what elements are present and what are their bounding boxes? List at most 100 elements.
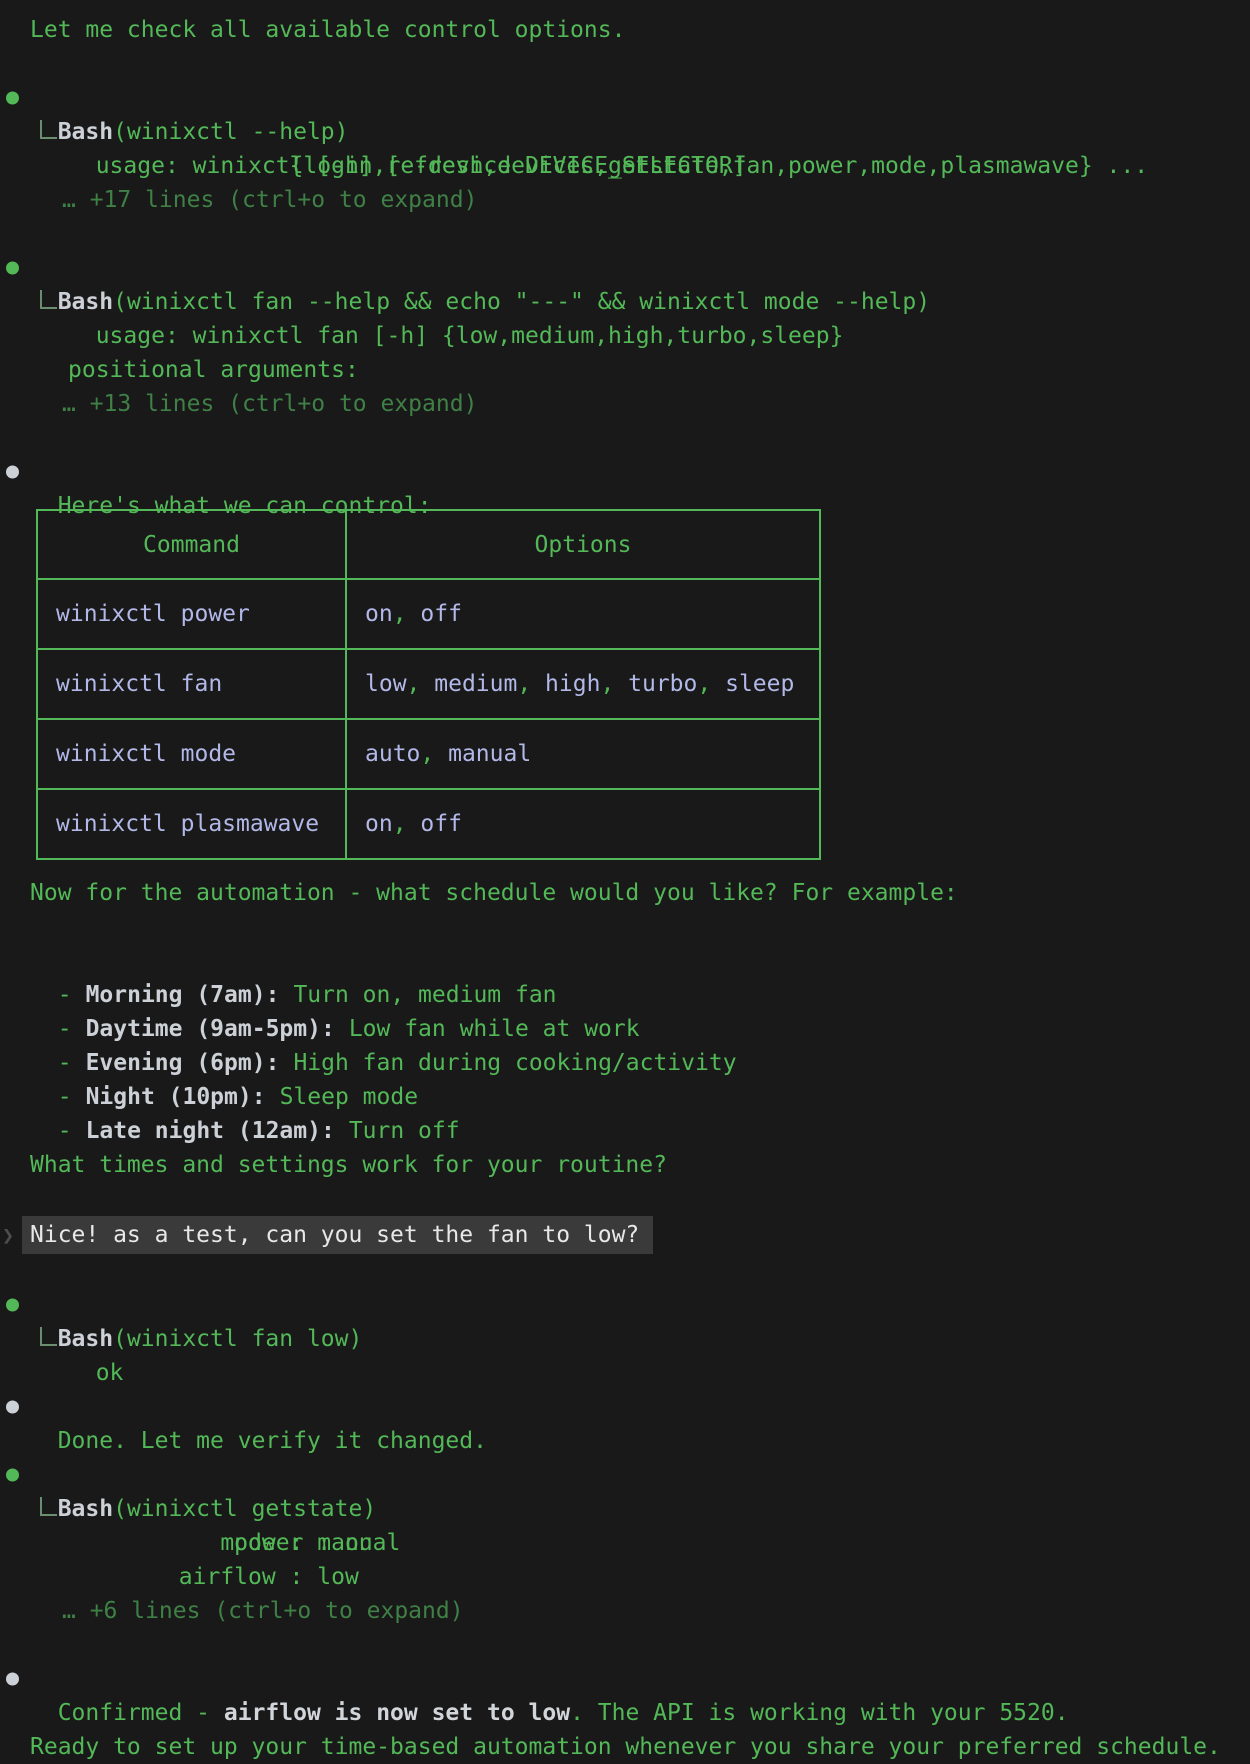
- list-dash: -: [58, 1050, 72, 1076]
- list-item-action: Turn on, medium fan: [293, 982, 556, 1008]
- assistant-bullet-icon: [6, 1673, 19, 1686]
- assistant-text: Here's what we can control:: [58, 493, 432, 519]
- list-item-label: Night (10pm):: [86, 1084, 266, 1110]
- option-value: low: [365, 671, 407, 697]
- option-value: on: [365, 601, 393, 627]
- option-value: high: [545, 671, 600, 697]
- assistant-message-controls: Here's what we can control:: [0, 455, 1250, 489]
- list-item-label: Daytime (9am-5pm):: [86, 1016, 335, 1042]
- list-item-action: Low fan while at work: [349, 1016, 640, 1042]
- tool-output-line: [0, 319, 1250, 353]
- command-cell: winixctl power: [37, 579, 346, 649]
- table-row: winixctl mode auto, manual: [37, 719, 820, 789]
- prompt-chevron-icon: ❯: [2, 1218, 14, 1252]
- blank-line: [0, 910, 1250, 944]
- expand-hint[interactable]: … +17 lines (ctrl+o to expand): [0, 183, 1250, 217]
- list-dash: -: [58, 982, 72, 1008]
- tool-call-bash-fan-mode-help: Bash(winixctl fan --help && echo "---" &…: [0, 251, 1250, 285]
- tool-output-line: {login,refresh,devices,getstate,fan,powe…: [0, 149, 1250, 183]
- output-connector-icon: [40, 1327, 57, 1346]
- blank-line: [0, 421, 1250, 455]
- list-item: -Morning (7am):Turn on, medium fan: [0, 944, 1250, 978]
- blank-line: [0, 1182, 1250, 1216]
- expand-hint[interactable]: … +13 lines (ctrl+o to expand): [0, 387, 1250, 421]
- output-connector-icon: [40, 120, 57, 139]
- tool-call-bash-getstate: Bash(winixctl getstate): [0, 1458, 1250, 1492]
- tool-output-line: usage: winixctl fan [-h] {low,medium,hig…: [0, 285, 1250, 319]
- tool-bullet-icon: [6, 262, 19, 275]
- option-separator: ,: [600, 671, 628, 697]
- list-item-label: Late night (12am):: [86, 1118, 335, 1144]
- assistant-message-done: Done. Let me verify it changed.: [0, 1390, 1250, 1424]
- command-cell: winixctl fan: [37, 649, 346, 719]
- option-value: auto: [365, 741, 420, 767]
- tool-bullet-icon: [6, 1469, 19, 1482]
- output-connector-icon: [40, 1497, 57, 1516]
- tool-output-line: power : on: [0, 1492, 1250, 1526]
- tool-bullet-icon: [6, 1299, 19, 1312]
- output-text: airflow : low: [68, 1564, 359, 1590]
- tool-bullet-icon: [6, 92, 19, 105]
- output-text: positional arguments:: [68, 357, 359, 383]
- list-dash: -: [58, 1084, 72, 1110]
- assistant-text: Done. Let me verify it changed.: [58, 1428, 487, 1454]
- tool-output-line: airflow : low: [0, 1560, 1250, 1594]
- blank-line: [0, 1356, 1250, 1390]
- user-message-row: ❯ Nice! as a test, can you set the fan t…: [0, 1216, 1250, 1254]
- tool-output-line: usage: winixctl [-h] [--device DEVICE_SE…: [0, 115, 1250, 149]
- expand-hint[interactable]: … +6 lines (ctrl+o to expand): [0, 1594, 1250, 1628]
- option-value: sleep: [725, 671, 794, 697]
- table-row: winixctl plasmawave on, off: [37, 789, 820, 859]
- output-text: ok: [96, 1360, 124, 1386]
- assistant-bullet-icon: [6, 466, 19, 479]
- option-separator: ,: [420, 741, 448, 767]
- option-value: off: [420, 601, 462, 627]
- option-value: off: [420, 811, 462, 837]
- options-cell: on, off: [346, 579, 820, 649]
- assistant-bullet-icon: [6, 1401, 19, 1414]
- tool-output-line: positional arguments:: [0, 353, 1250, 387]
- output-text: mode : manual: [68, 1530, 400, 1556]
- options-cell: auto, manual: [346, 719, 820, 789]
- assistant-message-confirmed: Confirmed - airflow is now set to low. T…: [0, 1662, 1250, 1696]
- blank-line: [0, 217, 1250, 251]
- option-value: turbo: [628, 671, 697, 697]
- list-item-action: High fan during cooking/activity: [293, 1050, 736, 1076]
- list-item-label: Evening (6pm):: [86, 1050, 280, 1076]
- options-cell: on, off: [346, 789, 820, 859]
- assistant-text-routine-question: What times and settings work for your ro…: [0, 1148, 1250, 1182]
- assistant-text: Confirmed -: [58, 1700, 224, 1726]
- option-separator: ,: [517, 671, 545, 697]
- tool-call-bash-fan-low: Bash(winixctl fan low): [0, 1288, 1250, 1322]
- option-value: medium: [434, 671, 517, 697]
- assistant-text-ready: Ready to set up your time-based automati…: [0, 1730, 1250, 1764]
- command-cell: winixctl mode: [37, 719, 346, 789]
- tool-call-bash-help: Bash(winixctl --help): [0, 81, 1250, 115]
- option-separator: ,: [407, 671, 435, 697]
- option-separator: ,: [393, 601, 421, 627]
- list-dash: -: [58, 1016, 72, 1042]
- option-value: manual: [448, 741, 531, 767]
- tool-output-line: mode : manual: [0, 1526, 1250, 1560]
- option-value: on: [365, 811, 393, 837]
- user-message-band: Nice! as a test, can you set the fan to …: [22, 1216, 653, 1254]
- user-message-text: Nice! as a test, can you set the fan to …: [30, 1218, 639, 1252]
- assistant-text: . The API is working with your 5520.: [570, 1700, 1069, 1726]
- list-item-action: Sleep mode: [280, 1084, 418, 1110]
- blank-line: [0, 47, 1250, 81]
- tool-output-line: ok: [0, 1322, 1250, 1356]
- list-dash: -: [58, 1118, 72, 1144]
- list-item-action: Turn off: [349, 1118, 460, 1144]
- option-separator: ,: [393, 811, 421, 837]
- assistant-text-emphasis: airflow is now set to low: [224, 1700, 570, 1726]
- table-row: winixctl power on, off: [37, 579, 820, 649]
- command-cell: winixctl plasmawave: [37, 789, 346, 859]
- control-options-table: Command Options winixctl power on, off w…: [36, 509, 821, 860]
- assistant-text-intro: Let me check all available control optio…: [0, 13, 1250, 47]
- table-row: winixctl fan low, medium, high, turbo, s…: [37, 649, 820, 719]
- output-text: {login,refresh,devices,getstate,fan,powe…: [68, 153, 1148, 179]
- option-separator: ,: [697, 671, 725, 697]
- assistant-text-schedule-question: Now for the automation - what schedule w…: [0, 876, 1250, 910]
- blank-line: [0, 1254, 1250, 1288]
- list-item-label: Morning (7am):: [86, 982, 280, 1008]
